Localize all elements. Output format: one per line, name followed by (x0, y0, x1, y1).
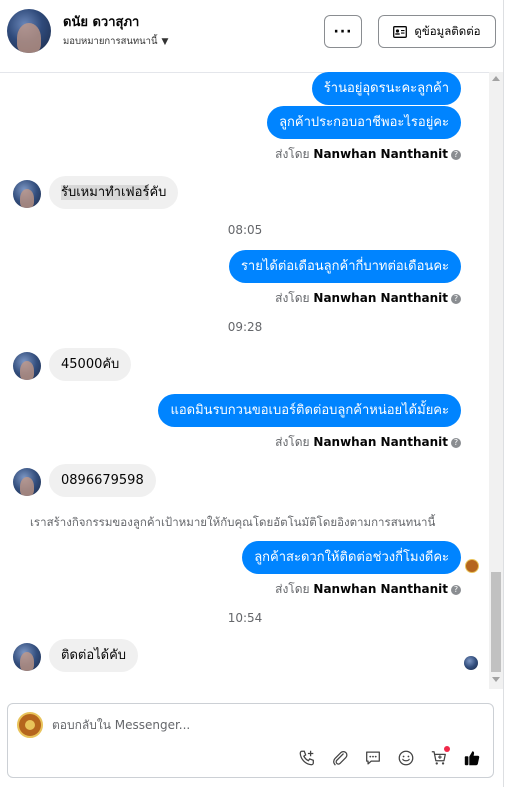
reply-composer[interactable]: ตอบกลับใน Messenger... (7, 703, 494, 778)
thumbs-up-icon[interactable] (460, 746, 483, 769)
outgoing-message: รายได้ต่อเดือนลูกค้ากี่บาทต่อเดือนคะ (228, 250, 461, 283)
contact-info-label: ดูข้อมูลติดต่อ (414, 23, 481, 38)
scroll-up-arrow-icon[interactable] (492, 76, 500, 81)
phone-add-icon[interactable] (295, 746, 318, 769)
info-icon[interactable]: ? (451, 293, 461, 304)
attachment-icon[interactable] (328, 746, 351, 769)
cart-icon[interactable] (427, 746, 450, 769)
more-label: ··· (333, 23, 353, 40)
contact-avatar-small (13, 180, 41, 208)
contact-avatar-small (13, 352, 41, 380)
scroll-down-arrow-icon[interactable] (492, 677, 500, 682)
caret-down-icon: ▼ (161, 37, 169, 47)
sent-by-label: ส่งโดย Nanwhan Nanthanit? (275, 145, 461, 164)
page-seen-avatar (465, 559, 479, 573)
scrollbar-thumb[interactable] (491, 572, 501, 672)
contact-avatar[interactable] (7, 9, 51, 53)
incoming-message: 45000คับ (49, 348, 132, 381)
assign-conversation-dropdown[interactable]: มอบหมายการสนทนานี้ ▼ (63, 34, 168, 49)
user-seen-avatar (464, 656, 478, 670)
contact-name[interactable]: ดนัย ดวาสุภา (63, 11, 139, 32)
contact-avatar-small (13, 468, 41, 496)
outgoing-message: ร้านอยู่อุดรนะคะลูกค้า (311, 72, 461, 105)
timestamp: 08:05 (227, 223, 263, 237)
conversation-header: ดนัย ดวาสุภา มอบหมายการสนทนานี้ ▼ ··· ดูข… (0, 0, 503, 73)
outgoing-message: ลูกค้าประกอบอาชีพอะไรอยู่คะ (267, 106, 461, 139)
view-contact-info-button[interactable]: ดูข้อมูลติดต่อ (378, 15, 496, 48)
notification-dot (444, 746, 450, 752)
system-activity-note: เราสร้างกิจกรรมของลูกค้าเป้าหมายให้กับคุ… (30, 515, 436, 529)
outgoing-message: ลูกค้าสะดวกให้ติดต่อช่วงกี่โมงดีคะ (242, 541, 461, 574)
timestamp: 09:28 (227, 320, 263, 334)
contact-avatar-small (13, 643, 41, 671)
sent-by-label: ส่งโดย Nanwhan Nanthanit? (275, 580, 461, 599)
incoming-message: 0896679598 (49, 464, 156, 497)
reply-input[interactable]: ตอบกลับใน Messenger... (52, 716, 190, 735)
saved-replies-icon[interactable] (361, 746, 384, 769)
contact-card-icon (393, 25, 408, 38)
timestamp: 10:54 (227, 611, 263, 625)
message-scrollbar[interactable] (489, 72, 503, 689)
sent-by-label: ส่งโดย Nanwhan Nanthanit? (275, 289, 461, 308)
composer-toolbar (295, 746, 483, 769)
outgoing-message: แอดมินรบกวนขอเบอร์ติดต่อบลูกค้าหน่อยได้ม… (158, 394, 461, 427)
info-icon[interactable]: ? (451, 437, 461, 448)
info-icon[interactable]: ? (451, 149, 461, 160)
more-options-button[interactable]: ··· (324, 15, 362, 48)
panel-divider (503, 0, 504, 787)
sent-by-label: ส่งโดย Nanwhan Nanthanit? (275, 433, 461, 452)
info-icon[interactable]: ? (451, 584, 461, 595)
assign-label: มอบหมายการสนทนานี้ (63, 36, 158, 47)
message-thread[interactable]: ร้านอยู่อุดรนะคะลูกค้า ลูกค้าประกอบอาชีพ… (0, 72, 503, 690)
emoji-icon[interactable] (394, 746, 417, 769)
incoming-message: ติดต่อได้คับ (49, 639, 139, 672)
incoming-message: รับเหมาทำเฟอร์คับ (49, 176, 179, 209)
page-avatar (17, 712, 43, 738)
